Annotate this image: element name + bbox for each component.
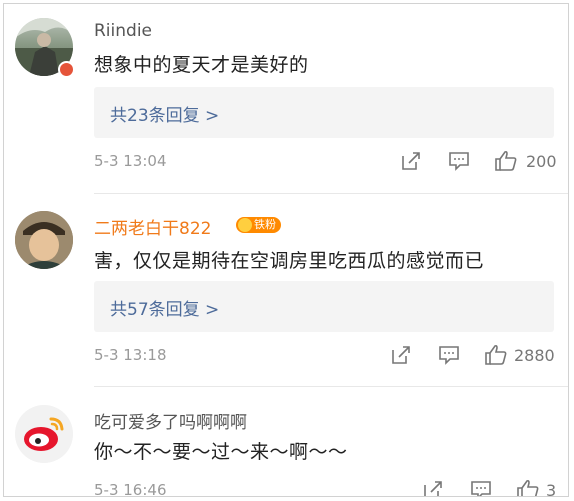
comment-text: 害，仅仅是期待在空调房里吃西瓜的感觉而已 xyxy=(94,250,485,272)
timestamp: 5-3 16:46 xyxy=(94,481,167,497)
comment-item: 二两老白干822 铁粉 害，仅仅是期待在空调房里吃西瓜的感觉而已 共57条回复 … xyxy=(4,194,568,384)
fan-badge-icon xyxy=(238,218,252,232)
weibo-logo-icon xyxy=(15,405,73,463)
comment-icon[interactable] xyxy=(438,344,460,366)
comment-list: Riindie 想象中的夏天才是美好的 共23条回复 > 5-3 13:04 2… xyxy=(3,3,569,497)
avatar-photo xyxy=(15,211,73,269)
share-icon[interactable] xyxy=(390,344,412,366)
username[interactable]: 吃可爱多了吗啊啊啊 xyxy=(94,408,247,433)
like-icon[interactable] xyxy=(484,344,508,366)
like-icon[interactable] xyxy=(494,150,518,172)
timestamp: 5-3 13:18 xyxy=(94,346,167,364)
avatar[interactable] xyxy=(15,405,73,463)
comment-text: 想象中的夏天才是美好的 xyxy=(94,54,309,76)
comment-meta: 5-3 13:18 2880 xyxy=(94,344,562,368)
fan-badge: 铁粉 xyxy=(236,217,281,233)
comment-item: 吃可爱多了吗啊啊啊 你～不～要～过～来～啊～～ 5-3 16:46 3 xyxy=(4,387,568,497)
share-icon[interactable] xyxy=(422,479,444,496)
username[interactable]: 二两老白干822 xyxy=(94,214,211,239)
comment-text: 你～不～要～过～来～啊～～ xyxy=(94,441,348,463)
comment-icon[interactable] xyxy=(470,479,492,496)
fan-badge-label: 铁粉 xyxy=(254,218,276,231)
share-icon[interactable] xyxy=(400,150,422,172)
like-count: 2880 xyxy=(514,346,555,365)
view-replies-label: 共23条回复 > xyxy=(110,106,220,126)
comment-icon[interactable] xyxy=(448,150,470,172)
like-count: 200 xyxy=(526,152,557,171)
like-count: 3 xyxy=(546,481,557,497)
view-replies-label: 共57条回复 > xyxy=(110,300,220,320)
verified-badge-icon xyxy=(58,61,75,78)
like-icon[interactable] xyxy=(516,479,540,496)
view-replies-button[interactable]: 共23条回复 > xyxy=(94,87,554,138)
comment-meta: 5-3 13:04 200 xyxy=(94,150,562,174)
comment-meta: 5-3 16:46 3 xyxy=(94,479,562,497)
view-replies-button[interactable]: 共57条回复 > xyxy=(94,281,554,332)
timestamp: 5-3 13:04 xyxy=(94,152,167,170)
comment-item: Riindie 想象中的夏天才是美好的 共23条回复 > 5-3 13:04 2… xyxy=(4,4,568,196)
username[interactable]: Riindie xyxy=(94,21,152,41)
avatar[interactable] xyxy=(15,211,73,269)
